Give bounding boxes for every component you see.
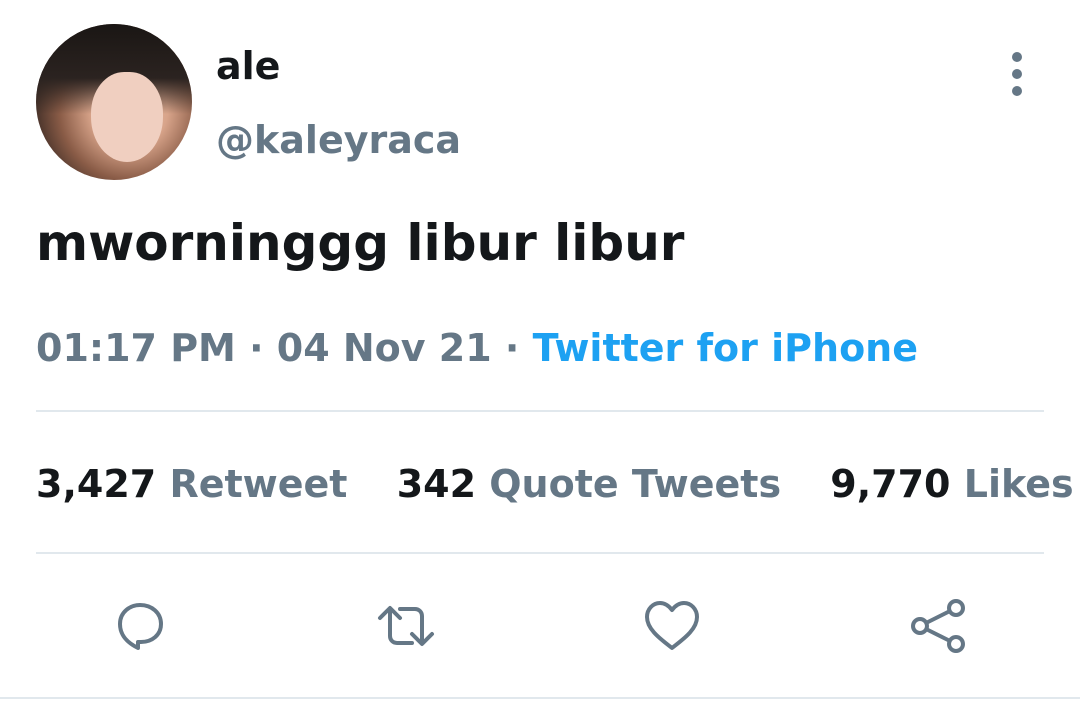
retweet-icon	[378, 606, 434, 646]
tweet-time: 01:17 PM	[36, 326, 236, 370]
reply-button[interactable]	[110, 596, 170, 656]
divider	[36, 552, 1044, 554]
likes-count: 9,770	[830, 462, 951, 506]
share-button[interactable]	[908, 596, 968, 656]
more-vertical-icon-dot	[1012, 86, 1022, 96]
quote-tweets-count: 342	[396, 462, 477, 506]
heart-icon	[645, 601, 699, 650]
more-options-button[interactable]	[1000, 52, 1034, 96]
avatar[interactable]	[36, 24, 192, 180]
avatar-face	[91, 72, 163, 162]
quote-tweets-stat[interactable]: 342 Quote Tweets	[397, 462, 795, 506]
meta-separator: ·	[504, 326, 520, 370]
quote-tweets-label: Quote Tweets	[489, 462, 782, 506]
author-name[interactable]: ale	[216, 44, 280, 88]
reply-icon	[118, 603, 163, 650]
tweet-stats: 3,427 Retweet 342 Quote Tweets 9,770 Lik…	[36, 462, 1080, 506]
more-vertical-icon-dot	[1012, 69, 1022, 79]
tweet-meta: 01:17 PM · 04 Nov 21 · Twitter for iPhon…	[36, 326, 918, 370]
tweet-text: mworninggg libur libur	[36, 214, 685, 272]
like-button[interactable]	[642, 596, 702, 656]
retweets-label: Retweet	[169, 462, 348, 506]
retweet-button[interactable]	[376, 596, 436, 656]
likes-label: Likes	[963, 462, 1074, 506]
more-vertical-icon	[1012, 52, 1022, 62]
divider	[36, 410, 1044, 412]
retweets-count: 3,427	[36, 462, 157, 506]
likes-stat[interactable]: 9,770 Likes	[830, 462, 1073, 506]
retweets-stat[interactable]: 3,427 Retweet	[36, 462, 361, 506]
author-handle[interactable]: @kaleyraca	[216, 118, 461, 162]
bottom-divider	[0, 697, 1080, 699]
tweet-date: 04 Nov 21	[276, 326, 492, 370]
share-icon	[911, 599, 965, 653]
tweet-source-link[interactable]: Twitter for iPhone	[533, 326, 918, 370]
meta-separator: ·	[249, 326, 264, 370]
